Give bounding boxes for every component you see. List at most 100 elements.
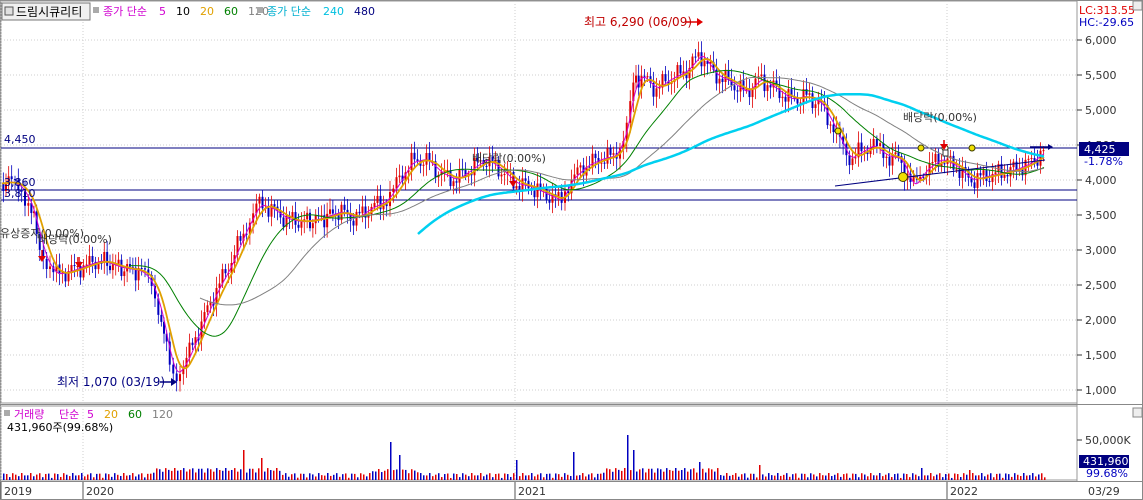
signal-marker[interactable] [834, 127, 842, 135]
price-pane[interactable] [0, 0, 1078, 404]
candle-body [805, 89, 808, 95]
volume-bar [165, 468, 167, 480]
volume-bar [870, 473, 872, 480]
volume-bar [1008, 474, 1010, 480]
volume-bar [660, 469, 662, 480]
volume-bar [72, 473, 74, 480]
time-label: 2021 [518, 485, 546, 498]
volume-bar [948, 473, 950, 480]
volume-bar [144, 477, 146, 480]
ma-period-5[interactable]: 5 [87, 408, 94, 421]
volume-bar [372, 471, 374, 480]
volume-bar [492, 477, 494, 480]
ma-period-5[interactable]: 5 [159, 5, 166, 18]
candle-body [1003, 174, 1006, 178]
stock-chart[interactable]: 최고 6,290 (06/09) 최저 1,070 (03/19) 4,450 … [0, 0, 1143, 500]
volume-bar [1005, 473, 1007, 480]
ma-period-480[interactable]: 480 [354, 5, 375, 18]
volume-bar [471, 473, 473, 480]
ma-period-10[interactable]: 10 [176, 5, 190, 18]
pane-menu-button[interactable] [1132, 0, 1143, 11]
volume-bar [249, 468, 251, 480]
volume-bar [942, 477, 944, 480]
candle-body [733, 85, 736, 91]
candle-body [985, 170, 988, 181]
ma-long-label[interactable]: 종가 단순 [267, 5, 311, 18]
volume-bar [768, 473, 770, 480]
volume-bar [30, 473, 32, 480]
candle-body [931, 162, 934, 164]
volume-bar [813, 474, 815, 480]
volume-bar [1038, 474, 1040, 480]
volume-bar [594, 477, 596, 480]
candle-body [533, 190, 536, 198]
volume-ma-label[interactable]: 단순 [59, 408, 79, 421]
volume-bar [426, 475, 428, 480]
candle-body [594, 153, 597, 159]
volume-bar [882, 476, 884, 480]
candle-body [612, 153, 615, 155]
volume-bar [672, 470, 674, 480]
volume-bar [894, 474, 896, 480]
candle-body [191, 342, 194, 346]
ma-period-20[interactable]: 20 [200, 5, 214, 18]
signal-marker[interactable] [968, 144, 976, 152]
volume-bar [432, 476, 434, 480]
volume-bar [159, 469, 161, 480]
volume-title[interactable]: 거래량 [14, 408, 44, 421]
volume-bar [867, 476, 869, 480]
candle-body [736, 90, 739, 92]
signal-marker[interactable] [917, 144, 925, 152]
volume-bar [747, 477, 749, 480]
volume-bar [972, 473, 974, 480]
volume-bar [549, 473, 551, 480]
volume-bar [396, 469, 398, 480]
volume-bar [333, 474, 335, 480]
volume-bar [906, 473, 908, 480]
volume-bar [453, 473, 455, 480]
volume-bar [675, 468, 677, 480]
volume-bar [189, 469, 191, 480]
candle-body [376, 195, 379, 203]
volume-bar [984, 476, 986, 480]
candle-body [579, 165, 582, 168]
volume-bar [603, 472, 605, 480]
volume-bar [348, 477, 350, 480]
volume-bar [60, 476, 62, 480]
volume-bar [996, 473, 998, 480]
candle-body [352, 220, 355, 226]
volume-bar [477, 475, 479, 480]
volume-bar [579, 475, 581, 480]
volume-bar [522, 473, 524, 480]
volume-bar [360, 473, 362, 480]
volume-bar [738, 476, 740, 480]
ma-period-60[interactable]: 60 [224, 5, 238, 18]
candle-body [140, 268, 143, 270]
volume-bar [102, 477, 104, 480]
high-label: 최고 6,290 (06/09) [584, 15, 692, 29]
candle-body [111, 264, 114, 271]
candle-body [398, 175, 401, 178]
volume-pane-menu-button[interactable] [1132, 407, 1143, 418]
volume-bar [741, 474, 743, 480]
ma-period-20[interactable]: 20 [104, 408, 118, 421]
candle-body [1006, 174, 1009, 177]
volume-bar [879, 473, 881, 480]
volume-bar [699, 462, 701, 480]
volume-bar [219, 469, 221, 480]
ma-period-120[interactable]: 120 [152, 408, 173, 421]
ma-label[interactable]: 종가 단순 [103, 5, 147, 18]
candle-body [1027, 158, 1030, 160]
ma-period-60[interactable]: 60 [128, 408, 142, 421]
time-label: 2020 [86, 485, 114, 498]
volume-bar [210, 469, 212, 480]
volume-bar [801, 473, 803, 480]
volume-bar [207, 468, 209, 480]
volume-bar [480, 473, 482, 480]
signal-marker[interactable] [898, 172, 908, 182]
volume-bar [48, 473, 50, 480]
collapse-icon[interactable] [4, 6, 14, 16]
ma-period-240[interactable]: 240 [323, 5, 344, 18]
volume-bar [342, 474, 344, 480]
candle-body [697, 52, 700, 57]
